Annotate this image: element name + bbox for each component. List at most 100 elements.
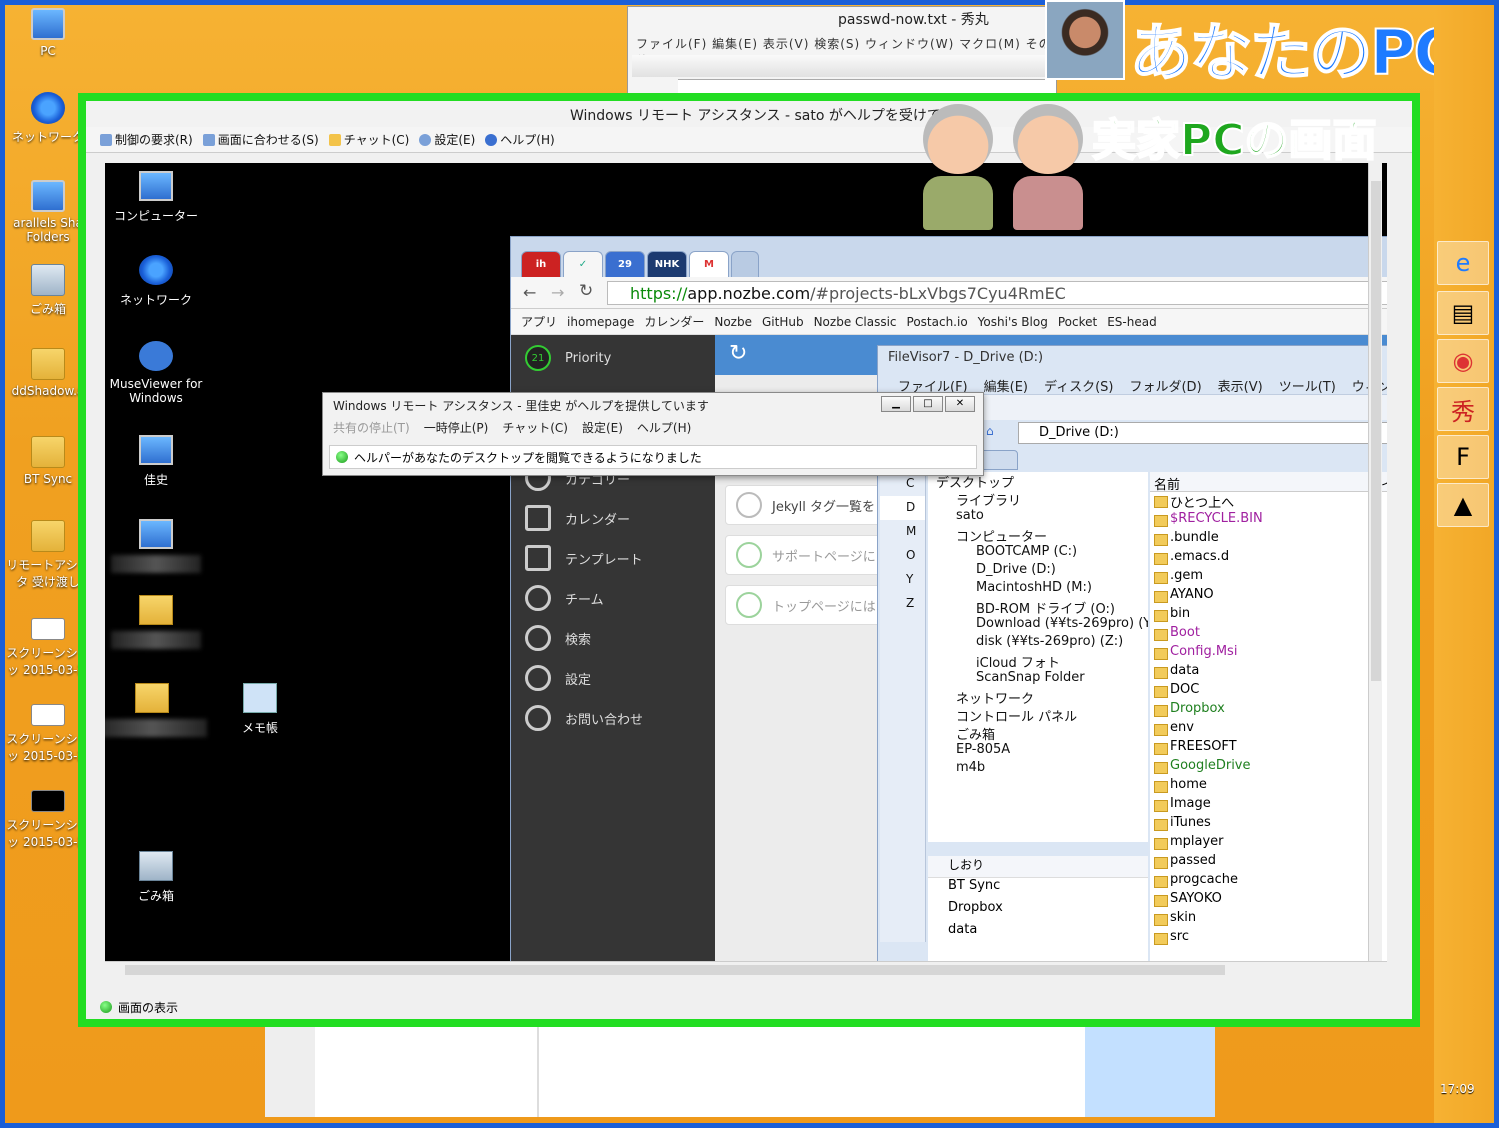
- drive-button[interactable]: D: [880, 496, 925, 520]
- close-button[interactable]: ✕: [945, 396, 975, 412]
- file-row[interactable]: Dropbox: [1150, 701, 1387, 720]
- drive-button[interactable]: M: [880, 520, 925, 544]
- task-item[interactable]: Jekyll タグ一覧を: [725, 485, 885, 525]
- file-row[interactable]: DOC: [1150, 682, 1387, 701]
- remote-screen[interactable]: コンピューター ネットワーク MuseViewer for Windows 佳史…: [105, 163, 1387, 961]
- minimize-button[interactable]: ▁: [881, 396, 911, 412]
- filevisor-menu-item[interactable]: ディスク(S): [1044, 376, 1114, 395]
- bookmark-link[interactable]: Nozbe: [714, 315, 752, 329]
- tree-node[interactable]: ScanSnap Folder: [928, 670, 1148, 688]
- bookmark-link[interactable]: ES-head: [1107, 315, 1157, 329]
- task-item[interactable]: サポートページに: [725, 535, 885, 575]
- tree-node[interactable]: コントロール パネル: [928, 706, 1148, 725]
- tab-gmail[interactable]: M: [689, 251, 729, 277]
- remote-icon-museviewer[interactable]: MuseViewer for Windows: [105, 341, 211, 405]
- bookmark-link[interactable]: Pocket: [1058, 315, 1097, 329]
- bookmark-link[interactable]: ihomepage: [567, 315, 634, 329]
- new-tab-button[interactable]: [731, 251, 759, 277]
- bookmark-link[interactable]: GitHub: [762, 315, 804, 329]
- filevisor-menu-item[interactable]: 表示(V): [1218, 376, 1263, 395]
- helper-settings-button[interactable]: 設定(E): [582, 419, 623, 436]
- file-row[interactable]: env: [1150, 720, 1387, 739]
- tree-node[interactable]: ライブラリ: [928, 490, 1148, 509]
- filevisor-menu-item[interactable]: ツール(T): [1279, 376, 1336, 395]
- file-row[interactable]: FREESOFT: [1150, 739, 1387, 758]
- remote-assist-icon[interactable]: ▲: [1437, 483, 1489, 527]
- file-row[interactable]: Boot: [1150, 625, 1387, 644]
- file-row[interactable]: bin: [1150, 606, 1387, 625]
- url-field[interactable]: https://app.nozbe.com/#projects-bLxVbgs7…: [607, 281, 1387, 305]
- file-row[interactable]: GoogleDrive: [1150, 758, 1387, 777]
- nozbe-templates[interactable]: テンプレート: [525, 545, 643, 571]
- tree-node[interactable]: Download (¥¥ts-269pro) (Y: [928, 616, 1148, 634]
- task-item[interactable]: トップページには: [725, 585, 885, 625]
- file-row[interactable]: Image: [1150, 796, 1387, 815]
- chrome-icon[interactable]: ◉: [1437, 339, 1489, 383]
- file-row[interactable]: progcache: [1150, 872, 1387, 891]
- bookmark-item[interactable]: data: [928, 922, 1148, 944]
- tab-nozbe[interactable]: ✓: [563, 251, 603, 277]
- maximize-button[interactable]: □: [913, 396, 943, 412]
- horizontal-scrollbar[interactable]: [105, 961, 1387, 977]
- vertical-scrollbar[interactable]: [1368, 163, 1382, 961]
- explorer-icon[interactable]: ▤: [1437, 291, 1489, 335]
- bookmark-link[interactable]: アプリ: [521, 313, 557, 330]
- forward-icon[interactable]: →: [551, 283, 564, 302]
- file-list-header[interactable]: 名前サイ: [1150, 472, 1387, 493]
- file-row[interactable]: .bundle: [1150, 530, 1387, 549]
- tree-node[interactable]: MacintoshHD (M:): [928, 580, 1148, 598]
- remote-icon-blurred-1[interactable]: [105, 519, 211, 573]
- tree-node[interactable]: sato: [928, 508, 1148, 526]
- filevisor-menu-item[interactable]: 編集(E): [984, 376, 1028, 395]
- bookmark-link[interactable]: Yoshi's Blog: [978, 315, 1048, 329]
- file-row[interactable]: .emacs.d: [1150, 549, 1387, 568]
- pause-button[interactable]: 一時停止(P): [424, 419, 489, 436]
- desktop-icon[interactable]: PC: [4, 8, 92, 58]
- stop-sharing-button[interactable]: 共有の停止(T): [333, 419, 410, 436]
- fit-screen-button[interactable]: 画面に合わせる(S): [202, 131, 319, 148]
- file-row[interactable]: data: [1150, 663, 1387, 682]
- settings-button[interactable]: 設定(E): [419, 131, 475, 148]
- nozbe-settings[interactable]: 設定: [525, 665, 591, 691]
- file-row[interactable]: src: [1150, 929, 1387, 948]
- remote-icon-blurred-2[interactable]: [105, 595, 211, 649]
- file-row[interactable]: .gem: [1150, 568, 1387, 587]
- tab-nhk[interactable]: NHK: [647, 251, 687, 277]
- remote-icon-notepad[interactable]: メモ帳: [205, 683, 315, 736]
- tree-node[interactable]: disk (¥¥ts-269pro) (Z:): [928, 634, 1148, 652]
- drive-button[interactable]: O: [880, 544, 925, 568]
- file-row[interactable]: Config.Msi: [1150, 644, 1387, 663]
- tree-node[interactable]: BOOTCAMP (C:): [928, 544, 1148, 562]
- remote-icon-network[interactable]: ネットワーク: [105, 255, 211, 308]
- tree-node[interactable]: ごみ箱: [928, 724, 1148, 743]
- tree-node[interactable]: BD-ROM ドライブ (O:): [928, 598, 1148, 617]
- nozbe-calendar[interactable]: カレンダー: [525, 505, 630, 531]
- address-field[interactable]: D_Drive (D:): [1018, 422, 1387, 444]
- file-row[interactable]: mplayer: [1150, 834, 1387, 853]
- home-icon[interactable]: ⌂: [986, 424, 994, 438]
- helper-help-button[interactable]: ヘルプ(H): [637, 419, 691, 436]
- nozbe-search[interactable]: 検索: [525, 625, 591, 651]
- remote-icon-blurred-3[interactable]: [105, 683, 207, 737]
- file-row[interactable]: $RECYCLE.BIN: [1150, 511, 1387, 530]
- chat-button[interactable]: チャット(C): [328, 131, 409, 148]
- reload-icon[interactable]: ↻: [579, 281, 593, 301]
- tab-ih[interactable]: ih: [521, 251, 561, 277]
- hidemaru-icon[interactable]: 秀: [1437, 387, 1489, 431]
- tree-node[interactable]: iCloud フォト: [928, 652, 1148, 671]
- clock[interactable]: 17:09: [1440, 1082, 1475, 1096]
- help-button[interactable]: ヘルプ(H): [485, 131, 555, 148]
- ie-icon[interactable]: e: [1437, 241, 1489, 285]
- remote-icon-recycle[interactable]: ごみ箱: [105, 851, 211, 904]
- nozbe-team[interactable]: チーム: [525, 585, 604, 611]
- tree-node[interactable]: ネットワーク: [928, 688, 1148, 707]
- file-row[interactable]: passed: [1150, 853, 1387, 872]
- tree-node[interactable]: D_Drive (D:): [928, 562, 1148, 580]
- file-row[interactable]: AYANO: [1150, 587, 1387, 606]
- filevisor-icon[interactable]: F: [1437, 435, 1489, 479]
- drive-button[interactable]: Y: [880, 568, 925, 592]
- editor-toolbar[interactable]: [632, 55, 1056, 77]
- tab-calendar[interactable]: 29: [605, 251, 645, 277]
- file-row[interactable]: ひとつ上へ: [1150, 492, 1387, 511]
- file-row[interactable]: skin: [1150, 910, 1387, 929]
